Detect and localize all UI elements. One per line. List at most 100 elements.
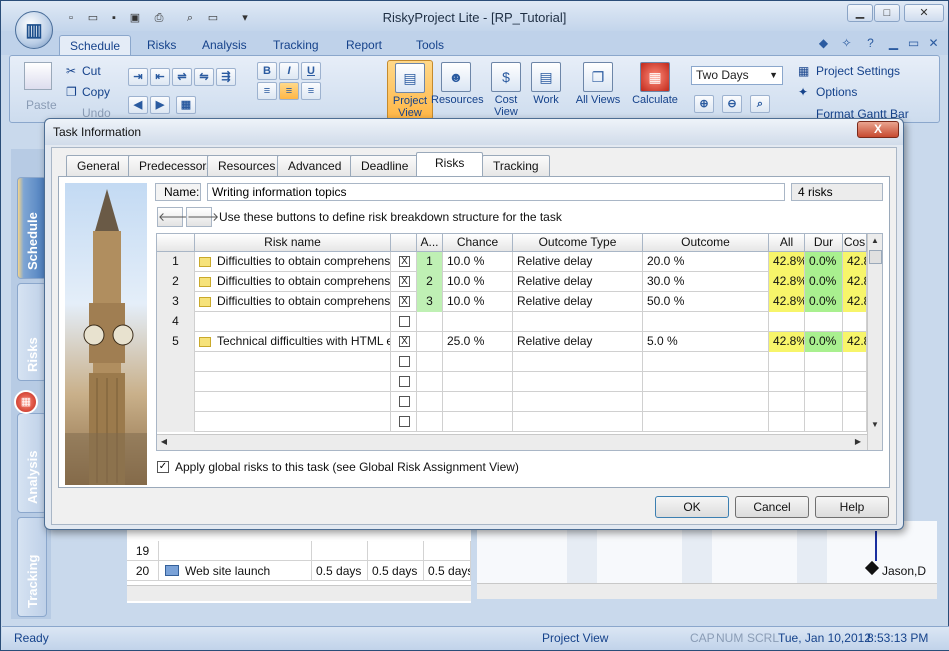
- chance-cell[interactable]: 10.0 %: [443, 292, 513, 312]
- calculate-button[interactable]: ▦ Calculate: [626, 60, 684, 120]
- empty-cell[interactable]: [643, 412, 769, 432]
- empty-cell[interactable]: [513, 352, 643, 372]
- link-icon[interactable]: ⇌: [172, 68, 192, 86]
- table-row[interactable]: 2 Difficulties to obtain comprehensive X…: [157, 272, 867, 292]
- outcome-cell[interactable]: 20.0 %: [643, 252, 769, 272]
- empty-cell[interactable]: [769, 392, 805, 412]
- risk-assignment-cell[interactable]: 3: [417, 292, 443, 312]
- risk-checkbox-cell[interactable]: [391, 412, 417, 432]
- table-row[interactable]: 4: [157, 312, 867, 332]
- risk-name-cell[interactable]: [195, 312, 391, 332]
- nav-risks[interactable]: Risks: [17, 283, 47, 381]
- tab-analysis[interactable]: Analysis: [192, 35, 257, 55]
- gantt-scrollbar[interactable]: [477, 583, 937, 599]
- table-row[interactable]: 3 Difficulties to obtain comprehensive X…: [157, 292, 867, 312]
- outcome-type-cell[interactable]: Relative delay: [513, 272, 643, 292]
- risk-checkbox-cell[interactable]: [391, 372, 417, 392]
- underline-button[interactable]: U: [301, 62, 321, 80]
- chance-cell[interactable]: 10.0 %: [443, 252, 513, 272]
- risk-checkbox[interactable]: X: [399, 296, 410, 307]
- arrow-right-button[interactable]: 🡒: [186, 207, 219, 227]
- tab-report[interactable]: Report: [336, 35, 392, 55]
- outcome-type-cell[interactable]: Relative delay: [513, 332, 643, 352]
- outcome-cell[interactable]: 50.0 %: [643, 292, 769, 312]
- empty-cell[interactable]: [643, 352, 769, 372]
- risk-checkbox-cell[interactable]: X: [391, 292, 417, 312]
- tab-advanced[interactable]: Advanced: [277, 155, 353, 177]
- risk-checkbox-cell[interactable]: X: [391, 272, 417, 292]
- risk-checkbox[interactable]: [399, 416, 410, 427]
- empty-cell[interactable]: [769, 352, 805, 372]
- empty-cell[interactable]: [157, 392, 195, 412]
- unlink-icon[interactable]: ⇋: [194, 68, 214, 86]
- column-header-outcome[interactable]: Outcome: [643, 234, 769, 252]
- zoom-in-icon[interactable]: ⊕: [694, 95, 714, 113]
- zoom-fit-icon[interactable]: ⌕: [750, 95, 770, 113]
- ok-button[interactable]: OK: [655, 496, 729, 518]
- paste-icon[interactable]: [24, 62, 52, 90]
- align-center-icon[interactable]: ≡: [279, 82, 299, 100]
- risk-name-cell[interactable]: Difficulties to obtain comprehensive: [195, 252, 391, 272]
- table-row[interactable]: 19: [127, 541, 471, 561]
- empty-cell[interactable]: [157, 372, 195, 392]
- risk-assignment-cell[interactable]: [417, 332, 443, 352]
- dialog-close-button[interactable]: X: [857, 121, 899, 138]
- column-header-dur[interactable]: Dur: [805, 234, 843, 252]
- risk-checkbox[interactable]: X: [399, 256, 410, 267]
- arrow-left-icon[interactable]: ◀: [128, 96, 148, 114]
- risk-checkbox-cell[interactable]: [391, 392, 417, 412]
- scroll-down-icon[interactable]: ▼: [868, 418, 882, 432]
- arrow-right-icon[interactable]: ▶: [150, 96, 170, 114]
- project-settings-button[interactable]: Project Settings: [816, 64, 900, 78]
- risk-checkbox[interactable]: [399, 316, 410, 327]
- nav-tracking[interactable]: Tracking: [17, 517, 47, 617]
- ribbon-close-icon[interactable]: ✕: [926, 36, 941, 51]
- vertical-scrollbar[interactable]: ▲ ▼: [867, 234, 882, 450]
- empty-cell[interactable]: [513, 412, 643, 432]
- column-header-risk-name[interactable]: Risk name: [195, 234, 391, 252]
- tab-risks[interactable]: Risks: [416, 152, 484, 177]
- empty-cell[interactable]: [195, 352, 391, 372]
- table-row[interactable]: [157, 372, 867, 392]
- cut-icon[interactable]: ✂: [66, 64, 76, 78]
- nav-analysis[interactable]: Analysis: [17, 413, 47, 513]
- risk-assignment-cell[interactable]: 2: [417, 272, 443, 292]
- outcome-cell[interactable]: 5.0 %: [643, 332, 769, 352]
- risk-checkbox-cell[interactable]: X: [391, 332, 417, 352]
- minimize-icon[interactable]: ▁: [847, 4, 873, 22]
- empty-cell[interactable]: [417, 352, 443, 372]
- maximize-icon[interactable]: □: [874, 4, 900, 22]
- empty-cell[interactable]: [769, 412, 805, 432]
- scroll-thumb[interactable]: [869, 250, 882, 264]
- window-close-icon[interactable]: ✕: [904, 4, 944, 22]
- paste-button[interactable]: Paste: [26, 98, 57, 112]
- table-row[interactable]: 5 Technical difficulties with HTML edi X…: [157, 332, 867, 352]
- outdent-icon[interactable]: ⇤: [150, 68, 170, 86]
- empty-cell[interactable]: [195, 412, 391, 432]
- tab-risks[interactable]: Risks: [137, 35, 186, 55]
- empty-cell[interactable]: [195, 392, 391, 412]
- help-button[interactable]: Help: [815, 496, 889, 518]
- task-name-field[interactable]: Writing information topics: [207, 183, 785, 201]
- copy-button[interactable]: Copy: [82, 85, 110, 99]
- indent-icon[interactable]: ⇥: [128, 68, 148, 86]
- cancel-button[interactable]: Cancel: [735, 496, 809, 518]
- tab-tracking[interactable]: Tracking: [482, 155, 550, 177]
- align-left-icon[interactable]: ≡: [257, 82, 277, 100]
- shield-icon[interactable]: ◆: [816, 36, 831, 51]
- cut-button[interactable]: Cut: [82, 64, 101, 78]
- empty-cell[interactable]: [805, 352, 843, 372]
- column-header-outcome-type[interactable]: Outcome Type: [513, 234, 643, 252]
- risk-checkbox-cell[interactable]: X: [391, 252, 417, 272]
- risk-name-cell[interactable]: Technical difficulties with HTML edi: [195, 332, 391, 352]
- tab-schedule[interactable]: Schedule: [59, 35, 132, 55]
- options-button[interactable]: Options: [816, 85, 857, 99]
- table-row[interactable]: [157, 412, 867, 432]
- tab-deadline[interactable]: Deadline: [350, 155, 420, 177]
- tab-tools[interactable]: Tools: [406, 35, 454, 55]
- tool-icon[interactable]: ✧: [839, 36, 854, 51]
- empty-cell[interactable]: [443, 352, 513, 372]
- chance-cell[interactable]: 10.0 %: [443, 272, 513, 292]
- resources-button[interactable]: ☻ Resources: [431, 60, 484, 120]
- tab-tracking[interactable]: Tracking: [263, 35, 329, 55]
